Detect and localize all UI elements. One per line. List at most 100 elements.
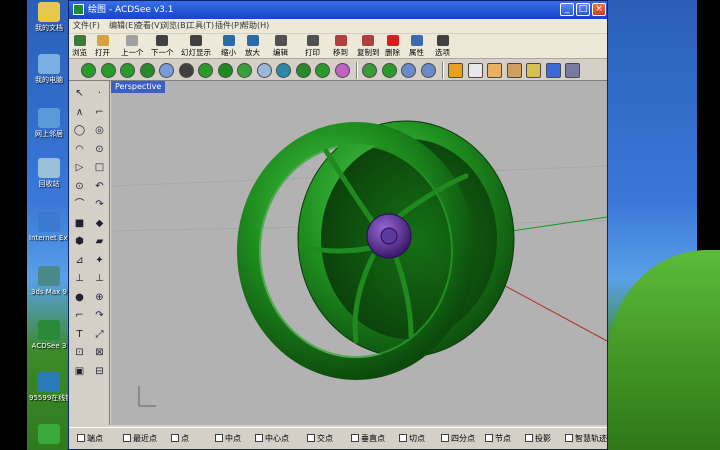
menu-item[interactable]: 查看(V) — [135, 19, 163, 33]
draw-tool-icon[interactable]: ◆ — [93, 217, 106, 230]
render-tool-icon[interactable] — [315, 63, 330, 78]
render-tool-icon[interactable] — [256, 63, 272, 78]
render-tool-icon[interactable] — [565, 63, 580, 78]
draw-tool-icon[interactable]: ⌒ — [73, 198, 86, 211]
render-tool-icon[interactable] — [178, 63, 194, 78]
menu-item[interactable]: 编辑(E) — [109, 19, 136, 33]
draw-tool-icon[interactable]: ⊡ — [73, 346, 86, 359]
toolbar-button-7[interactable]: 编辑 — [273, 35, 288, 58]
draw-tool-icon[interactable]: ◠ — [73, 143, 86, 156]
checkbox-box[interactable] — [441, 434, 449, 442]
toolbar-button-12[interactable]: 属性 — [409, 35, 424, 58]
toolbar-button-4[interactable]: 幻灯显示 — [181, 35, 211, 58]
render-tool-icon[interactable] — [545, 63, 561, 78]
checkbox-box[interactable] — [399, 434, 407, 442]
render-tool-icon[interactable] — [467, 63, 483, 78]
draw-tool-icon[interactable]: ⤢ — [93, 328, 106, 341]
osnap-checkbox[interactable]: 交点 — [307, 433, 333, 445]
osnap-checkbox[interactable]: 中心点 — [255, 433, 289, 445]
render-tool-icon[interactable] — [448, 63, 463, 78]
close-button[interactable]: × — [592, 3, 606, 16]
render-tool-icon[interactable] — [198, 63, 213, 78]
draw-tool-icon[interactable]: ◎ — [93, 124, 106, 137]
menu-item[interactable]: 浏览(B) — [161, 19, 189, 33]
osnap-checkbox[interactable]: 最近点 — [123, 433, 157, 445]
checkbox-box[interactable] — [307, 434, 315, 442]
checkbox-box[interactable] — [525, 434, 533, 442]
checkbox-box[interactable] — [77, 434, 85, 442]
checkbox-box[interactable] — [215, 434, 223, 442]
menu-item[interactable]: 文件(F) — [73, 19, 100, 33]
render-tool-icon[interactable] — [237, 63, 252, 78]
toolbar-button-9[interactable]: 移到 — [333, 35, 348, 58]
desktop-icon[interactable]: Internet Explorer — [29, 212, 69, 243]
draw-tool-icon[interactable]: ↖ — [73, 87, 86, 100]
toolbar-button-0[interactable]: 浏览 — [72, 35, 87, 58]
draw-tool-icon[interactable]: ▰ — [93, 235, 106, 248]
checkbox-box[interactable] — [255, 434, 263, 442]
render-tool-icon[interactable] — [81, 63, 96, 78]
toolbar-button-10[interactable]: 复制到 — [357, 35, 380, 58]
draw-tool-icon[interactable]: ⊥ — [93, 272, 106, 285]
render-tool-icon[interactable] — [217, 63, 233, 78]
draw-tool-icon[interactable]: ⊙ — [73, 180, 86, 193]
osnap-checkbox[interactable]: 点 — [171, 433, 189, 445]
toolbar-button-5[interactable]: 缩小 — [221, 35, 236, 58]
render-tool-icon[interactable] — [120, 63, 135, 78]
toolbar-button-1[interactable]: 打开 — [95, 35, 110, 58]
draw-tool-icon[interactable]: · — [93, 87, 106, 100]
checkbox-box[interactable] — [123, 434, 131, 442]
desktop-icon[interactable]: 我的电脑 — [29, 54, 69, 85]
draw-tool-icon[interactable]: ▣ — [73, 365, 86, 378]
draw-tool-icon[interactable]: ⌐ — [73, 309, 86, 322]
osnap-checkbox[interactable]: 智慧轨迹 — [565, 433, 607, 445]
render-tool-icon[interactable] — [506, 63, 522, 78]
draw-tool-icon[interactable]: ↶ — [93, 180, 106, 193]
desktop-icon[interactable]: 95599在线银行 — [29, 372, 69, 403]
osnap-checkbox[interactable]: 投影 — [525, 433, 551, 445]
render-tool-icon[interactable] — [381, 63, 397, 78]
toolbar-button-2[interactable]: 上一个 — [121, 35, 144, 58]
perspective-viewport[interactable]: Perspective — [111, 81, 607, 425]
toolbar-button-13[interactable]: 选项 — [435, 35, 450, 58]
toolbar-button-6[interactable]: 放大 — [245, 35, 260, 58]
desktop-icon[interactable]: ACDSee 3 — [29, 320, 69, 351]
draw-tool-icon[interactable]: ↷ — [93, 198, 106, 211]
draw-tool-icon[interactable]: ● — [73, 291, 86, 304]
render-tool-icon[interactable] — [526, 63, 541, 78]
checkbox-box[interactable] — [171, 434, 179, 442]
render-tool-icon[interactable] — [334, 63, 350, 78]
draw-tool-icon[interactable]: ⊿ — [73, 254, 86, 267]
osnap-checkbox[interactable]: 节点 — [485, 433, 511, 445]
draw-tool-icon[interactable]: ∧ — [73, 106, 86, 119]
osnap-checkbox[interactable]: 垂直点 — [351, 433, 385, 445]
draw-tool-icon[interactable]: ■ — [73, 217, 86, 230]
draw-tool-icon[interactable]: ▷ — [73, 161, 86, 174]
draw-tool-icon[interactable]: ✦ — [93, 254, 106, 267]
draw-tool-icon[interactable]: ⊕ — [93, 291, 106, 304]
draw-tool-icon[interactable]: ⬢ — [73, 235, 86, 248]
viewport-label[interactable]: Perspective — [111, 81, 166, 93]
render-tool-icon[interactable] — [100, 63, 116, 78]
checkbox-box[interactable] — [351, 434, 359, 442]
draw-tool-icon[interactable]: □ — [93, 161, 106, 174]
draw-tool-icon[interactable]: ⊙ — [93, 143, 106, 156]
draw-tool-icon[interactable]: ⊟ — [93, 365, 106, 378]
draw-tool-icon[interactable]: T — [73, 328, 86, 341]
render-tool-icon[interactable] — [401, 63, 416, 78]
checkbox-box[interactable] — [565, 434, 573, 442]
toolbar-button-8[interactable]: 打印 — [305, 35, 320, 58]
menu-item[interactable]: 工具(T) — [187, 19, 214, 33]
render-tool-icon[interactable] — [487, 63, 502, 78]
osnap-checkbox[interactable]: 中点 — [215, 433, 241, 445]
minimize-button[interactable]: _ — [560, 3, 574, 16]
toolbar-button-3[interactable]: 下一个 — [151, 35, 174, 58]
menu-item[interactable]: 插件(P) — [215, 19, 242, 33]
desktop-icon[interactable]: 网上邻居 — [29, 108, 69, 139]
draw-tool-icon[interactable]: ⌐ — [93, 106, 106, 119]
osnap-checkbox[interactable]: 切点 — [399, 433, 425, 445]
draw-tool-icon[interactable]: ⊠ — [93, 346, 106, 359]
render-tool-icon[interactable] — [276, 63, 291, 78]
osnap-checkbox[interactable]: 端点 — [77, 433, 103, 445]
toolbar-button-11[interactable]: 删除 — [385, 35, 400, 58]
